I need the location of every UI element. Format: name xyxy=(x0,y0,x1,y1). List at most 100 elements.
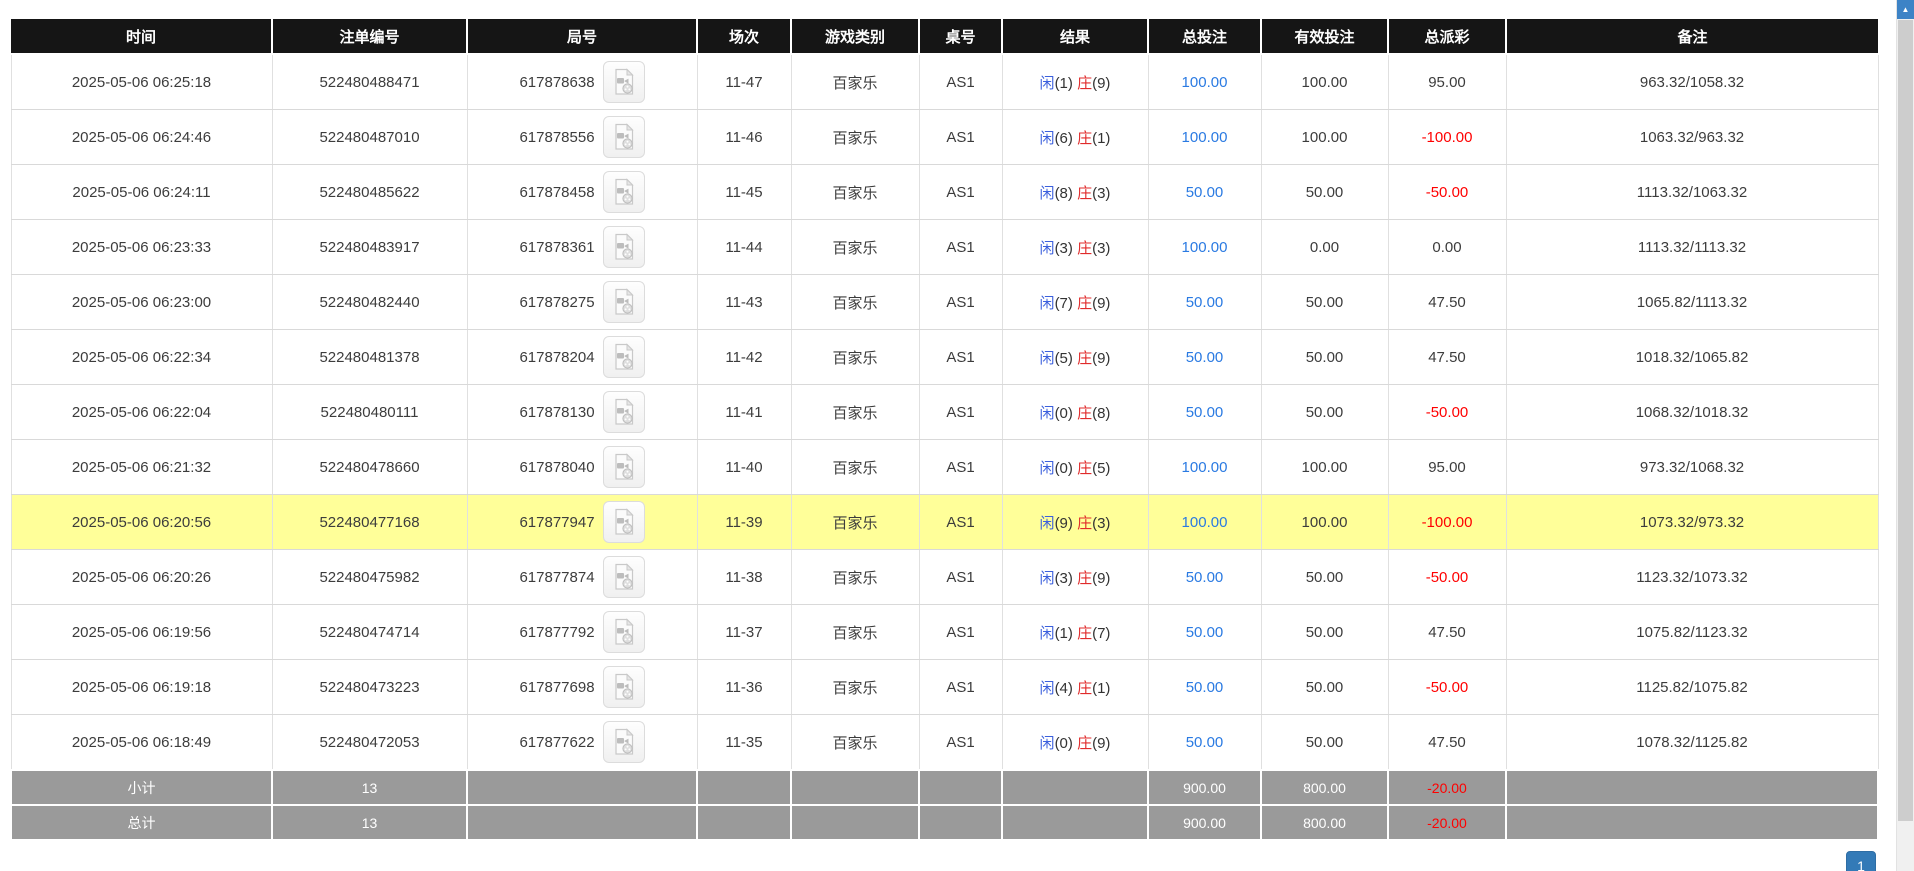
page-1-button[interactable]: 1 xyxy=(1846,851,1876,871)
session-cell: 11-43 xyxy=(697,275,791,330)
video-replay-button[interactable] xyxy=(603,281,645,323)
total-bet-link[interactable]: 50.00 xyxy=(1148,715,1261,771)
round-id-value: 617878556 xyxy=(519,129,594,146)
video-replay-button[interactable] xyxy=(603,666,645,708)
table-row: 2025-05-06 06:21:32 522480478660 6178780… xyxy=(11,440,1878,495)
video-file-icon xyxy=(612,178,636,206)
player-points: (7) xyxy=(1055,295,1073,312)
total-bet-link[interactable]: 50.00 xyxy=(1148,275,1261,330)
time-cell: 2025-05-06 06:18:49 xyxy=(11,715,272,771)
table-no-cell: AS1 xyxy=(919,550,1002,605)
table-row: 2025-05-06 06:19:18 522480473223 6178776… xyxy=(11,660,1878,715)
result-cell: 闲(4) 庄(1) xyxy=(1002,660,1148,715)
player-result-label: 闲 xyxy=(1040,460,1055,477)
session-cell: 11-35 xyxy=(697,715,791,771)
session-cell: 11-46 xyxy=(697,110,791,165)
table-row: 2025-05-06 06:24:11 522480485622 6178784… xyxy=(11,165,1878,220)
total-bet-link[interactable]: 50.00 xyxy=(1148,385,1261,440)
total-bet-link[interactable]: 50.00 xyxy=(1148,165,1261,220)
video-replay-button[interactable] xyxy=(603,611,645,653)
round-id-value: 617877622 xyxy=(519,734,594,751)
video-file-icon xyxy=(612,618,636,646)
total-bet-link[interactable]: 50.00 xyxy=(1148,605,1261,660)
total-bet-link[interactable]: 100.00 xyxy=(1148,110,1261,165)
video-replay-button[interactable] xyxy=(603,556,645,598)
session-cell: 11-39 xyxy=(697,495,791,550)
game-type-cell: 百家乐 xyxy=(791,495,919,550)
remark-cell: 1125.82/1075.82 xyxy=(1506,660,1878,715)
round-id-cell: 617877698 xyxy=(467,660,697,715)
valid-bet-cell: 50.00 xyxy=(1261,550,1388,605)
table-row: 2025-05-06 06:22:34 522480481378 6178782… xyxy=(11,330,1878,385)
total-bet-link[interactable]: 50.00 xyxy=(1148,660,1261,715)
banker-result-label: 庄 xyxy=(1077,240,1092,257)
result-cell: 闲(1) 庄(7) xyxy=(1002,605,1148,660)
total-count: 13 xyxy=(272,805,467,840)
table-no-cell: AS1 xyxy=(919,605,1002,660)
subtotal-label: 小计 xyxy=(11,770,272,805)
session-cell: 11-44 xyxy=(697,220,791,275)
table-no-cell: AS1 xyxy=(919,495,1002,550)
remark-cell: 1075.82/1123.32 xyxy=(1506,605,1878,660)
banker-points: (9) xyxy=(1092,295,1110,312)
table-row: 2025-05-06 06:24:46 522480487010 6178785… xyxy=(11,110,1878,165)
table-no-cell: AS1 xyxy=(919,165,1002,220)
bet-records-section: 时间 注单编号 局号 场次 游戏类别 桌号 结果 总投注 有效投注 总派彩 备注… xyxy=(10,19,1877,841)
table-row: 2025-05-06 06:20:56 522480477168 6178779… xyxy=(11,495,1878,550)
video-replay-button[interactable] xyxy=(603,501,645,543)
video-replay-button[interactable] xyxy=(603,721,645,763)
session-cell: 11-40 xyxy=(697,440,791,495)
valid-bet-cell: 50.00 xyxy=(1261,715,1388,771)
banker-points: (3) xyxy=(1092,240,1110,257)
bet-id-cell: 522480482440 xyxy=(272,275,467,330)
total-total-bet: 900.00 xyxy=(1148,805,1261,840)
player-result-label: 闲 xyxy=(1040,680,1055,697)
table-body: 2025-05-06 06:25:18 522480488471 6178786… xyxy=(11,54,1878,770)
video-replay-button[interactable] xyxy=(603,336,645,378)
video-replay-button[interactable] xyxy=(603,61,645,103)
video-file-icon xyxy=(612,343,636,371)
bet-records-table: 时间 注单编号 局号 场次 游戏类别 桌号 结果 总投注 有效投注 总派彩 备注… xyxy=(10,19,1879,841)
table-no-cell: AS1 xyxy=(919,660,1002,715)
subtotal-count: 13 xyxy=(272,770,467,805)
payout-cell: -50.00 xyxy=(1388,660,1506,715)
table-row: 2025-05-06 06:25:18 522480488471 6178786… xyxy=(11,54,1878,110)
round-id-value: 617878040 xyxy=(519,459,594,476)
total-bet-link[interactable]: 100.00 xyxy=(1148,54,1261,110)
video-replay-button[interactable] xyxy=(603,171,645,213)
player-result-label: 闲 xyxy=(1040,240,1055,257)
total-bet-link[interactable]: 100.00 xyxy=(1148,440,1261,495)
total-bet-link[interactable]: 100.00 xyxy=(1148,495,1261,550)
bet-id-cell: 522480485622 xyxy=(272,165,467,220)
scrollbar-thumb[interactable] xyxy=(1898,20,1913,821)
bet-id-cell: 522480473223 xyxy=(272,660,467,715)
table-footer: 小计 13 900.00 800.00 -20.00 总计 13 900.00 … xyxy=(11,770,1878,840)
video-replay-button[interactable] xyxy=(603,226,645,268)
total-bet-link[interactable]: 50.00 xyxy=(1148,330,1261,385)
result-cell: 闲(7) 庄(9) xyxy=(1002,275,1148,330)
payout-cell: -50.00 xyxy=(1388,550,1506,605)
player-result-label: 闲 xyxy=(1040,185,1055,202)
time-cell: 2025-05-06 06:19:56 xyxy=(11,605,272,660)
total-bet-link[interactable]: 50.00 xyxy=(1148,550,1261,605)
column-header-valid-bet: 有效投注 xyxy=(1261,19,1388,54)
session-cell: 11-45 xyxy=(697,165,791,220)
result-cell: 闲(3) 庄(3) xyxy=(1002,220,1148,275)
video-replay-button[interactable] xyxy=(603,116,645,158)
scroll-up-arrow-icon[interactable]: ▲ xyxy=(1897,0,1914,19)
total-bet-link[interactable]: 100.00 xyxy=(1148,220,1261,275)
round-id-value: 617877874 xyxy=(519,569,594,586)
payout-cell: 47.50 xyxy=(1388,605,1506,660)
video-file-icon xyxy=(612,508,636,536)
video-replay-button[interactable] xyxy=(603,446,645,488)
player-points: (8) xyxy=(1055,185,1073,202)
column-header-game-type: 游戏类别 xyxy=(791,19,919,54)
vertical-scrollbar[interactable]: ▲ xyxy=(1896,0,1914,871)
payout-cell: 47.50 xyxy=(1388,275,1506,330)
banker-result-label: 庄 xyxy=(1077,185,1092,202)
video-replay-button[interactable] xyxy=(603,391,645,433)
remark-cell: 1123.32/1073.32 xyxy=(1506,550,1878,605)
player-result-label: 闲 xyxy=(1040,75,1055,92)
result-cell: 闲(0) 庄(9) xyxy=(1002,715,1148,771)
valid-bet-cell: 100.00 xyxy=(1261,54,1388,110)
